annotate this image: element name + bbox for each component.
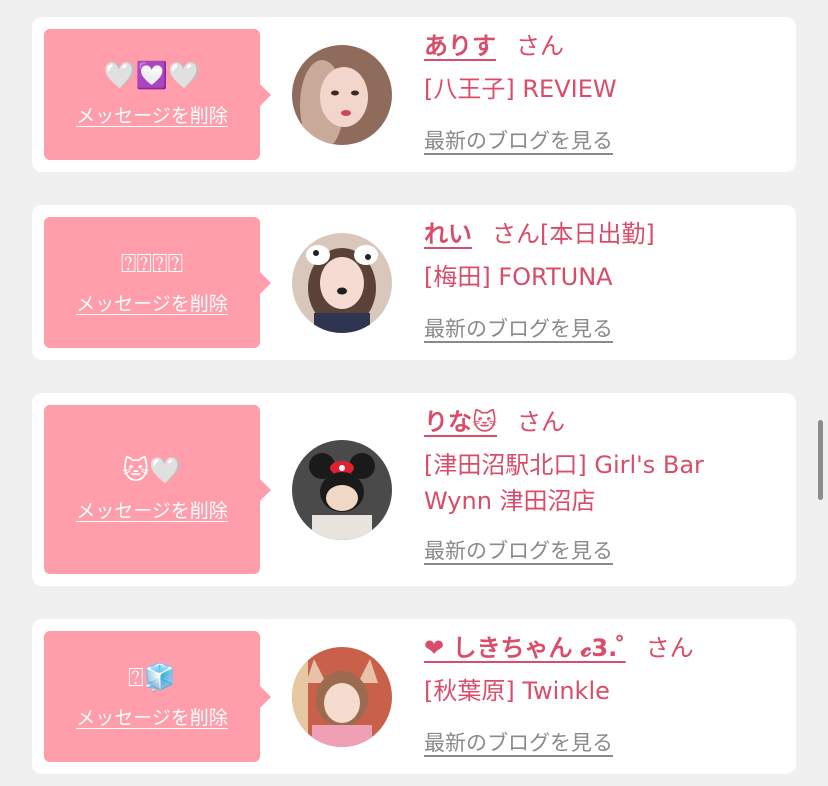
name-line: ありす さん xyxy=(424,29,776,63)
name-suffix: さん xyxy=(516,32,564,60)
name-suffix: さん xyxy=(645,634,694,662)
message-list: 🤍💟🤍 メッセージを削除 ありす さん [八王子] REVIEW 最新のブログを見… xyxy=(0,0,828,786)
name-line: りな🐱 さん xyxy=(424,405,776,439)
shop-name: [梅田] FORTUNA xyxy=(424,263,613,291)
shop-name: [秋葉原] Twinkle xyxy=(424,677,610,705)
cast-info: ❤ しきちゃん 𝓬3. ̊ さん [秋葉原] Twinkle 最新のブログを見る xyxy=(424,631,776,757)
avatar[interactable] xyxy=(292,440,392,540)
shop-name: [津田沼駅北口] Girl's Bar Wynn 津田沼店 xyxy=(424,451,704,515)
latest-blog-link[interactable]: 最新のブログを見る xyxy=(424,727,613,757)
message-emoji: ⍰⍰⍰⍰ xyxy=(120,249,184,279)
name-suffix: さん xyxy=(517,408,566,436)
cast-info: りな🐱 さん [津田沼駅北口] Girl's Bar Wynn 津田沼店 最新のブ… xyxy=(424,405,776,565)
delete-message-button[interactable]: メッセージを削除 xyxy=(76,289,228,316)
avatar[interactable] xyxy=(292,233,392,333)
message-emoji: ⍰🧊 xyxy=(128,663,176,693)
message-bubble: 🤍💟🤍 メッセージを削除 xyxy=(44,29,271,160)
message-card: ⍰🧊 メッセージを削除 ❤ しきちゃん 𝓬3. ̊ さん [秋葉原] Twinkl… xyxy=(32,619,796,774)
message-card: ⍰⍰⍰⍰ メッセージを削除 れい さん[本日出勤] [梅田] FORTUNA 最新… xyxy=(32,205,796,360)
cast-info: ありす さん [八王子] REVIEW 最新のブログを見る xyxy=(424,29,776,155)
shop-name: [八王子] REVIEW xyxy=(424,75,617,103)
cast-name-link[interactable]: ❤ しきちゃん 𝓬3. ̊ xyxy=(424,634,626,662)
message-bubble: ⍰🧊 メッセージを削除 xyxy=(44,631,271,762)
cast-name-link[interactable]: ありす xyxy=(424,32,496,60)
avatar[interactable] xyxy=(292,647,392,747)
latest-blog-link[interactable]: 最新のブログを見る xyxy=(424,535,613,565)
message-card: 🐱🤍 メッセージを削除 りな🐱 さん [津田沼駅北口] Girl's Bar Wy… xyxy=(32,393,796,586)
message-bubble: 🐱🤍 メッセージを削除 xyxy=(44,405,271,574)
delete-message-button[interactable]: メッセージを削除 xyxy=(76,703,228,730)
cast-name-link[interactable]: りな🐱 xyxy=(424,408,497,436)
latest-blog-link[interactable]: 最新のブログを見る xyxy=(424,313,613,343)
name-line: ❤ しきちゃん 𝓬3. ̊ さん xyxy=(424,631,776,665)
message-emoji: 🐱🤍 xyxy=(122,456,182,486)
message-card: 🤍💟🤍 メッセージを削除 ありす さん [八王子] REVIEW 最新のブログを見… xyxy=(32,17,796,172)
cast-info: れい さん[本日出勤] [梅田] FORTUNA 最新のブログを見る xyxy=(424,217,776,343)
name-line: れい さん[本日出勤] xyxy=(424,217,776,251)
latest-blog-link[interactable]: 最新のブログを見る xyxy=(424,125,613,155)
message-emoji: 🤍💟🤍 xyxy=(103,61,201,91)
message-bubble: ⍰⍰⍰⍰ メッセージを削除 xyxy=(44,217,271,348)
scrollbar[interactable] xyxy=(818,420,823,500)
delete-message-button[interactable]: メッセージを削除 xyxy=(76,496,228,523)
name-suffix: さん[本日出勤] xyxy=(492,220,655,248)
cast-name-link[interactable]: れい xyxy=(424,220,472,248)
delete-message-button[interactable]: メッセージを削除 xyxy=(76,101,228,128)
avatar[interactable] xyxy=(292,45,392,145)
